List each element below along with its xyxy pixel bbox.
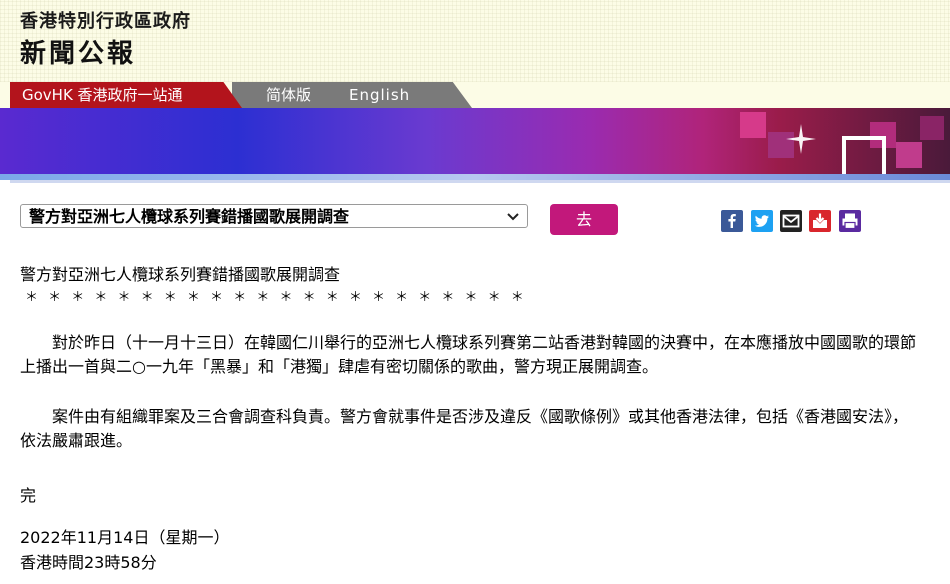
twitter-icon [751,210,773,232]
press-release-title: 新聞公報 [20,39,137,69]
banner-square [896,142,922,168]
article-paragraph: 對於昨日（十一月十三日）在韓國仁川舉行的亞洲七人欖球系列賽第二站香港對韓國的決賽… [20,333,917,376]
article-title: 警方對亞洲七人欖球系列賽錯播國歌展開調查 [20,265,341,284]
language-tabs: 简体版 English [232,82,472,108]
publish-time: 香港時間23時58分 [20,553,157,572]
download-share[interactable] [809,210,831,232]
banner-square [740,112,766,138]
print-share[interactable] [839,210,861,232]
simplified-chinese-link[interactable]: 简体版 [266,82,311,108]
print-icon [839,210,861,232]
chevron-down-icon [507,213,519,221]
download-icon [809,210,831,232]
divider [10,180,950,183]
decorative-banner [0,108,950,180]
government-name: 香港特別行政區政府 [20,11,191,32]
top-navigation: 简体版 English GovHK 香港政府一站通 [0,82,950,108]
end-mark: 完 [20,486,37,505]
govhk-link[interactable]: GovHK 香港政府一站通 [10,82,242,108]
banner-square [920,116,944,140]
email-icon [780,210,802,232]
facebook-icon [721,210,743,232]
sparkle-icon [786,124,816,154]
email-share[interactable] [780,210,802,232]
twitter-share[interactable] [751,210,773,232]
article-paragraph: 案件由有組織罪案及三合會調查科負責。警方會就事件是否涉及違反《國歌條例》或其他香… [20,407,909,450]
go-button[interactable]: 去 [550,204,618,235]
topic-select-value: 警方對亞洲七人欖球系列賽錯播國歌展開調查 [29,207,350,226]
facebook-share[interactable] [721,210,743,232]
publish-date: 2022年11月14日（星期一） [20,528,230,547]
topic-select[interactable]: 警方對亞洲七人欖球系列賽錯播國歌展開調查 [20,204,528,228]
title-separator: ＊ ＊ ＊ ＊ ＊ ＊ ＊ ＊ ＊ ＊ ＊ ＊ ＊ ＊ ＊ ＊ ＊ ＊ ＊ ＊ … [25,290,527,305]
english-link[interactable]: English [349,82,410,108]
masthead: 香港特別行政區政府 新聞公報 [0,0,950,82]
